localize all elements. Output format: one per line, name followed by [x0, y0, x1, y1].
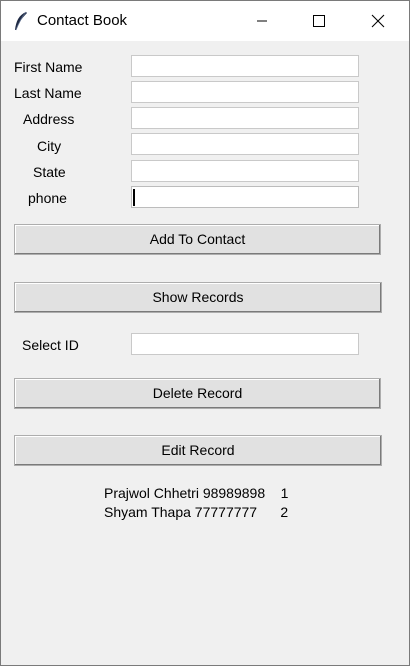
city-label: City	[37, 138, 62, 154]
text-caret	[133, 189, 135, 206]
show-records-button[interactable]: Show Records	[14, 282, 382, 313]
window-title: Contact Book	[37, 12, 128, 29]
maximize-button[interactable]	[296, 1, 342, 41]
minimize-button[interactable]	[239, 1, 285, 41]
records-list: Prajwol Chhetri 98989898 1 Shyam Thapa 7…	[104, 484, 288, 522]
edit-record-button[interactable]: Edit Record	[14, 435, 382, 466]
phone-input[interactable]	[131, 186, 359, 208]
city-input[interactable]	[131, 133, 359, 155]
contact-book-window: Contact Book First Name Last Name Addres…	[0, 0, 410, 666]
minimize-icon	[256, 15, 268, 27]
close-button[interactable]	[355, 1, 401, 41]
address-label: Address	[23, 111, 75, 127]
close-icon	[371, 14, 385, 28]
state-input[interactable]	[131, 160, 359, 182]
select-id-input[interactable]	[131, 333, 359, 355]
select-id-label: Select ID	[22, 337, 79, 353]
last-name-input[interactable]	[131, 81, 359, 103]
phone-label: phone	[28, 190, 67, 206]
feather-icon	[13, 11, 29, 31]
last-name-label: Last Name	[14, 85, 82, 101]
maximize-icon	[313, 15, 325, 27]
add-to-contact-button[interactable]: Add To Contact	[14, 224, 381, 255]
delete-record-button[interactable]: Delete Record	[14, 378, 381, 409]
title-bar[interactable]: Contact Book	[1, 1, 409, 41]
address-input[interactable]	[131, 107, 359, 129]
first-name-input[interactable]	[131, 55, 359, 77]
state-label: State	[33, 164, 66, 180]
first-name-label: First Name	[14, 59, 83, 75]
record-row: Shyam Thapa 77777777 2	[104, 504, 289, 520]
record-row: Prajwol Chhetri 98989898 1	[104, 485, 289, 501]
